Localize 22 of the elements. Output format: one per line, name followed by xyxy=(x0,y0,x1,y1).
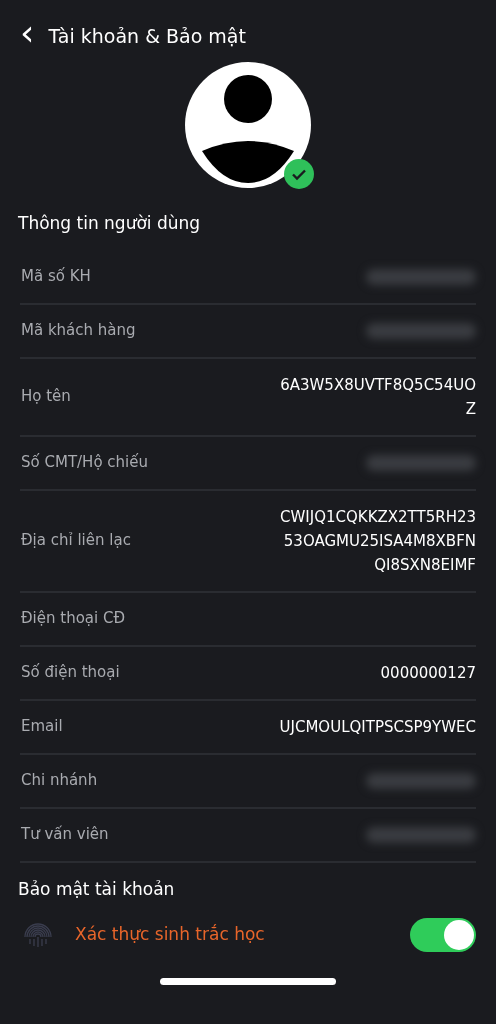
section-title: Bảo mật tài khoản xyxy=(17,877,176,901)
field-label: Điện thoại CĐ xyxy=(21,608,126,630)
field-label: Số CMT/Hộ chiếu xyxy=(21,452,148,474)
field-label: Địa chỉ liên lạc xyxy=(21,530,131,552)
field-label: Tư vấn viên xyxy=(21,824,109,846)
fingerprint-icon xyxy=(24,920,52,950)
field-label: Email xyxy=(21,716,63,738)
avatar-icon xyxy=(184,61,312,189)
field-label: Mã số KH xyxy=(21,266,91,288)
toggle-switch[interactable] xyxy=(410,918,476,952)
field-label: Chi nhánh xyxy=(21,770,98,792)
field-value: CWIJQ1CQKKZX2TT5RH2353OAGMU25ISA4M8XBFNQI8SXN8EIMF xyxy=(279,506,476,576)
section-title: Thông tin người dùng xyxy=(17,212,202,235)
field-label: Số điện thoại xyxy=(21,662,120,684)
setting-label: Xác thực sinh trắc học xyxy=(75,923,266,947)
field-value: 0000000127 xyxy=(379,662,476,684)
field-value: UJCMOULQITPSCSP9YWEC xyxy=(278,716,476,738)
page-title: Tài khoản & Bảo mật xyxy=(48,23,246,49)
back-button[interactable]: ‹ xyxy=(20,15,49,57)
field-label: Mã khách hàng xyxy=(21,320,136,342)
field-value: 6A3W5X8UVTF8Q5C54UOZ xyxy=(279,374,476,420)
field-label: Họ tên xyxy=(21,386,71,408)
